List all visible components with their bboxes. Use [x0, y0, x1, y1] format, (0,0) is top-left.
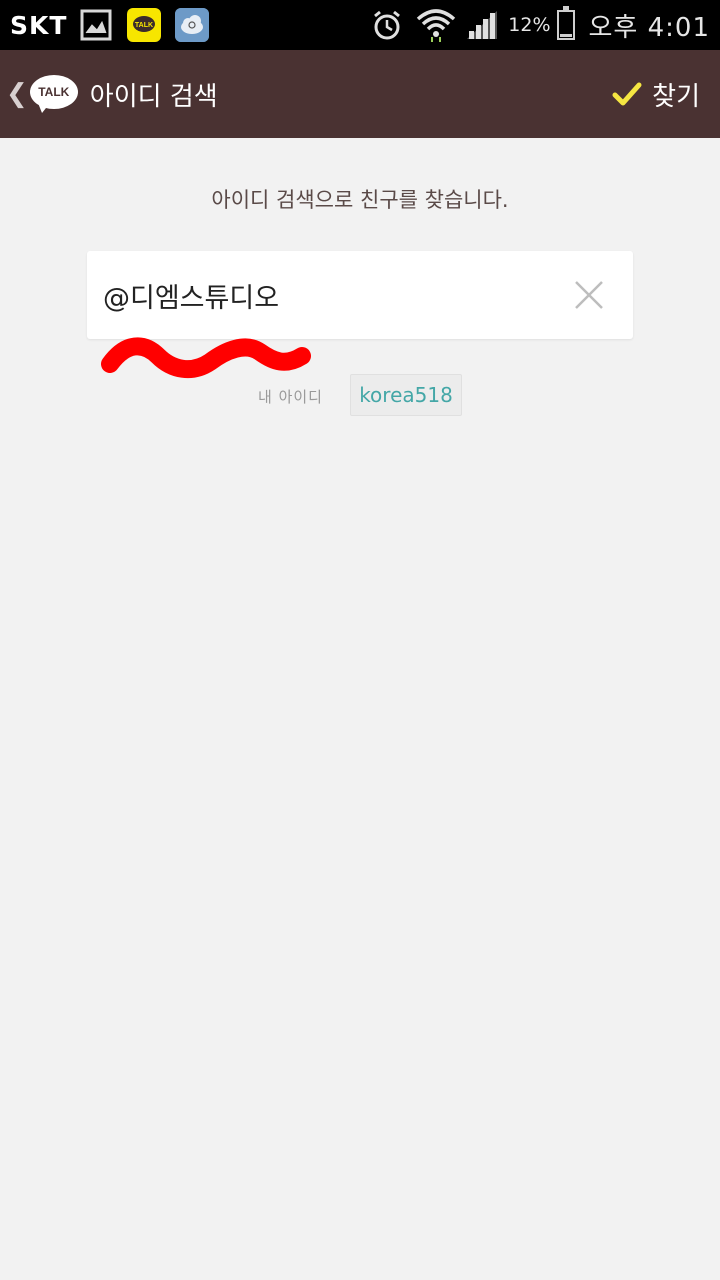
carrier-label: SKT — [10, 10, 68, 40]
cloud-icon — [175, 8, 210, 42]
search-input[interactable] — [103, 273, 543, 317]
clock: 오후 4:01 — [588, 12, 710, 43]
page-title: 아이디 검색 — [89, 81, 218, 112]
battery-percent: 12% — [508, 14, 551, 36]
logo-text: TALK — [38, 85, 70, 99]
svg-text:TALK: TALK — [135, 22, 153, 29]
gallery-icon — [79, 8, 113, 42]
status-bar-left: SKT TALK — [10, 8, 223, 42]
my-id-label: 내 아이디 — [258, 388, 323, 406]
logo-bubble-tail — [37, 103, 50, 113]
alarm-icon — [370, 8, 404, 42]
find-button-label: 찾기 — [652, 81, 700, 112]
status-bar-right: 12% 오후 4:01 — [370, 6, 710, 44]
signal-icon — [464, 8, 500, 42]
battery-icon — [556, 6, 575, 40]
battery-level-fill — [559, 34, 572, 37]
search-box[interactable] — [87, 251, 633, 339]
my-id-row: 내 아이디 korea518 — [0, 374, 720, 418]
check-icon — [612, 82, 642, 106]
kakaotalk-logo[interactable]: TALK — [29, 75, 78, 113]
clear-button[interactable] — [569, 275, 609, 315]
guide-text: 아이디 검색으로 친구를 찾습니다. — [211, 188, 509, 212]
kakaotalk-icon: TALK — [127, 8, 162, 42]
back-chevron-icon[interactable]: ❮ — [6, 79, 28, 109]
find-button[interactable]: 찾기 — [592, 50, 720, 138]
app-header: ❮ TALK 아이디 검색 찾기 — [0, 50, 720, 138]
status-bar: SKT TALK 12% 오후 4:01 — [0, 0, 720, 50]
my-id-value[interactable]: korea518 — [350, 374, 462, 416]
close-icon — [575, 281, 603, 309]
wifi-icon — [416, 8, 456, 42]
